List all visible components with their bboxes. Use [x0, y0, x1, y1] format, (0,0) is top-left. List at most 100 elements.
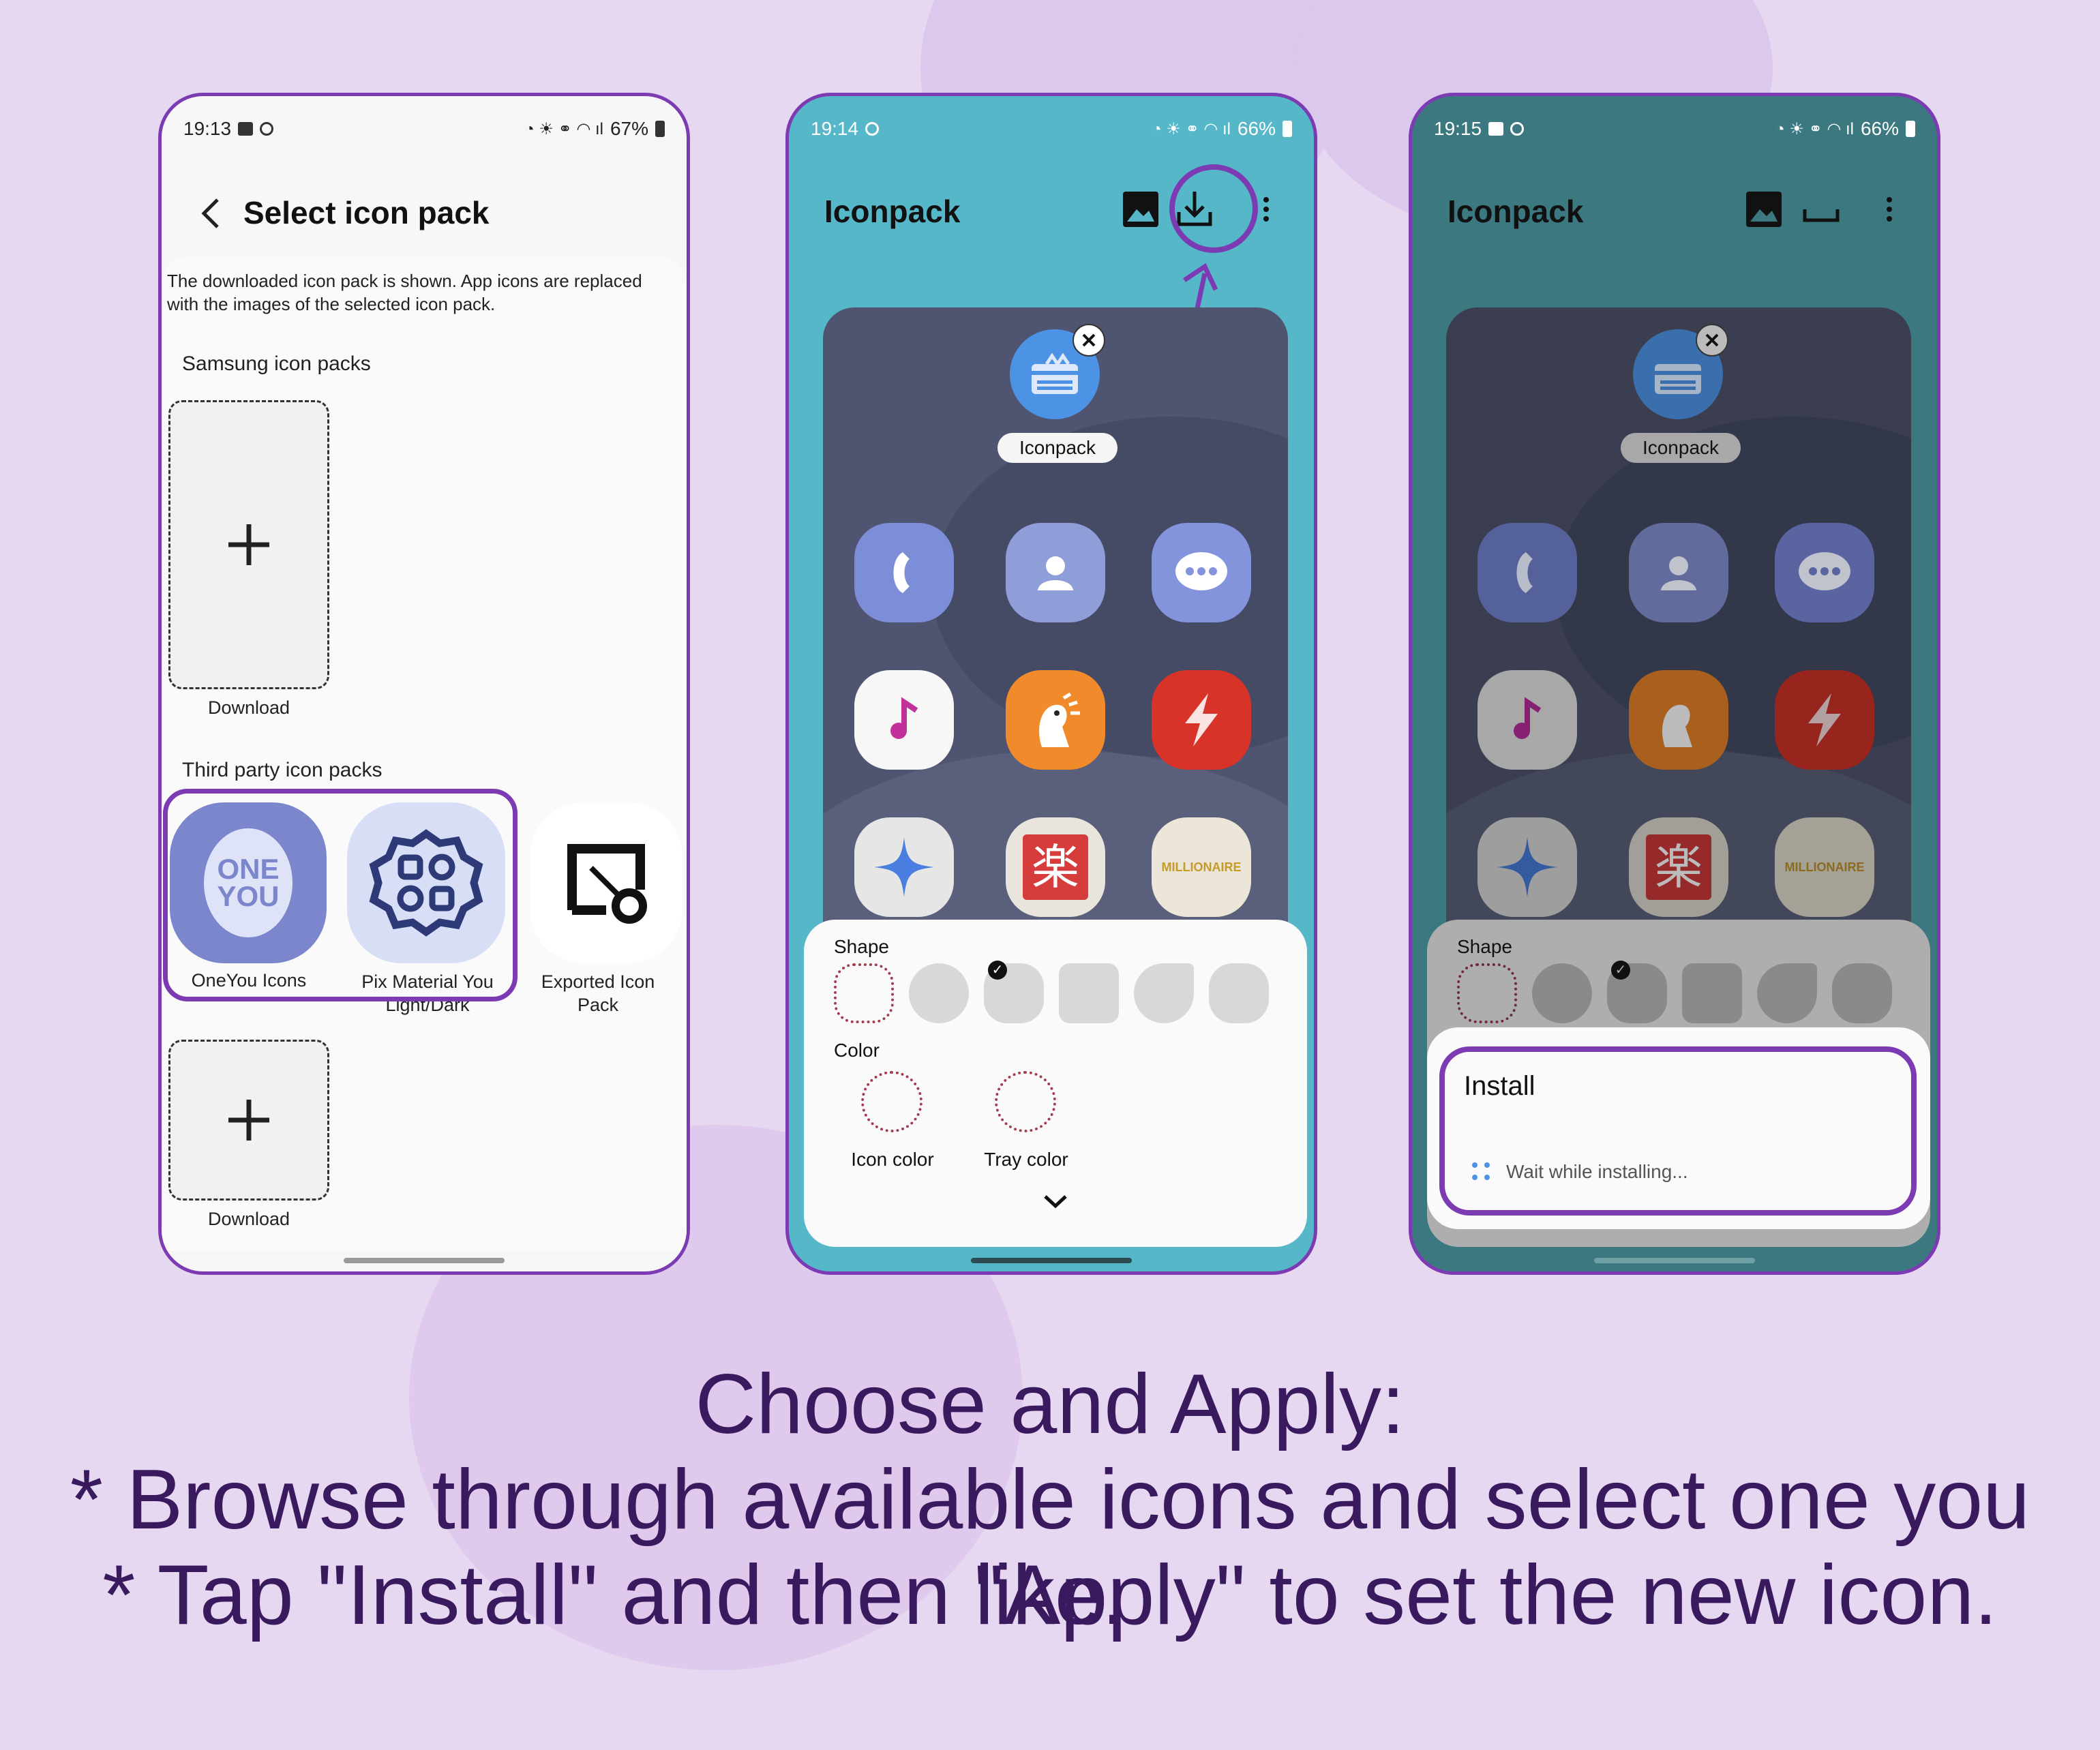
messages-app-icon[interactable] [1152, 523, 1251, 622]
status-bar: 19:13 ◔ ☀ ⚭ ◠ ıl 67% [183, 114, 665, 144]
gallery-icon [1488, 122, 1504, 136]
pack-exported[interactable] [530, 802, 682, 963]
music-app-icon[interactable] [1478, 670, 1577, 770]
shape-option-clover[interactable] [1209, 963, 1269, 1023]
expand-button[interactable] [1038, 1188, 1072, 1216]
wifi-icon: ◔ ☀ ⚭ ◠ ıl [524, 119, 603, 138]
shape-option-rounded-square[interactable] [1059, 963, 1119, 1023]
phone-app-icon[interactable] [1478, 523, 1577, 622]
more-options-button[interactable] [1882, 192, 1896, 227]
raku-app-icon[interactable]: 楽 [1629, 817, 1728, 917]
lightning-icon [1808, 693, 1841, 746]
chat-bubble-icon [1175, 552, 1227, 590]
download-tray-icon [1803, 209, 1840, 222]
gallery-button[interactable] [1123, 192, 1158, 227]
icon-color-label: Icon color [851, 1149, 934, 1170]
phone-select-icon-pack: 19:13 ◔ ☀ ⚭ ◠ ıl 67% Select icon pack Th… [158, 93, 690, 1275]
rooster-app-icon[interactable] [1629, 670, 1728, 770]
shape-option-clover[interactable] [1832, 963, 1892, 1023]
install-title: Install [1464, 1071, 1535, 1101]
status-bar: 19:15 ◔ ☀ ⚭ ◠ ıl 66% [1434, 114, 1915, 144]
samsung-section-header: Samsung icon packs [182, 352, 371, 375]
shape-label: Shape [1457, 936, 1512, 957]
shape-option-rounded-square[interactable] [1682, 963, 1742, 1023]
sparkle-app-icon[interactable] [1478, 817, 1577, 917]
music-app-icon[interactable] [854, 670, 954, 770]
home-indicator [1594, 1258, 1755, 1263]
app-title: Iconpack [824, 194, 961, 229]
more-vert-icon [1263, 197, 1269, 222]
download-highlight-circle [1169, 164, 1258, 253]
bolt-app-icon[interactable] [1775, 670, 1874, 770]
back-button[interactable] [197, 193, 224, 234]
contacts-app-icon[interactable] [1629, 523, 1728, 622]
caption-line-1: Choose and Apply: [695, 1357, 1405, 1451]
gift-box-icon [1655, 364, 1701, 394]
battery-icon [1282, 121, 1292, 137]
exported-pack-icon [567, 844, 647, 924]
icon-color-swatch[interactable] [861, 1071, 922, 1132]
shape-option-none[interactable] [834, 963, 894, 1023]
download-label-2: Download [207, 1209, 290, 1229]
millionaire-logo-text: MILLIONAIRE [1161, 860, 1242, 874]
page-title: Select icon pack [243, 195, 490, 230]
millionaire-app-icon[interactable]: MILLIONAIRE [1775, 817, 1874, 917]
gallery-button[interactable] [1746, 192, 1782, 227]
wifi-icon: ◔ ☀ ⚭ ◠ ıl [1152, 119, 1231, 138]
millionaire-app-icon[interactable]: MILLIONAIRE [1152, 817, 1251, 917]
plus-icon [228, 524, 269, 565]
back-arrow-icon [201, 198, 219, 228]
tray-color-swatch[interactable] [995, 1071, 1056, 1132]
app-title: Iconpack [1448, 194, 1584, 229]
selection-highlight [163, 789, 518, 1001]
download-tile-2[interactable] [168, 1040, 329, 1201]
preview-app-label: Iconpack [1621, 433, 1741, 463]
image-icon [1750, 209, 1777, 222]
lightning-icon [1185, 693, 1218, 746]
install-dialog: Install Wait while installing... [1427, 1027, 1930, 1229]
dnd-icon [260, 122, 274, 136]
shape-option-circle[interactable] [1532, 963, 1592, 1023]
sparkle-app-icon[interactable] [854, 817, 954, 917]
remove-icon-button[interactable] [1696, 324, 1728, 357]
remove-icon-button[interactable] [1072, 324, 1105, 357]
pack-exported-label: Exported Icon Pack [541, 971, 655, 1015]
chevron-down-icon [1044, 1195, 1067, 1209]
raku-app-icon[interactable]: 楽 [1006, 817, 1105, 917]
shape-option-circle[interactable] [909, 963, 969, 1023]
wifi-icon: ◔ ☀ ⚭ ◠ ıl [1775, 119, 1854, 138]
bolt-app-icon[interactable] [1152, 670, 1251, 770]
phone-handset-icon [893, 552, 910, 593]
status-time: 19:13 [183, 118, 232, 139]
messages-app-icon[interactable] [1775, 523, 1874, 622]
customize-sheet: Shape ✓ Color Icon color Tray color [804, 920, 1307, 1247]
description-text: The downloaded icon pack is shown. App i… [167, 271, 642, 314]
home-indicator [344, 1258, 505, 1263]
dnd-icon [1510, 122, 1525, 136]
millionaire-logo-text: MILLIONAIRE [1784, 860, 1865, 874]
shape-option-leaf[interactable] [1757, 963, 1817, 1023]
download-button[interactable] [1801, 198, 1842, 226]
close-icon [1082, 333, 1096, 347]
contacts-app-icon[interactable] [1006, 523, 1105, 622]
raku-glyph-icon: 楽 [1646, 834, 1711, 900]
rooster-icon [1662, 704, 1692, 747]
download-tile[interactable] [168, 400, 329, 689]
gift-box-icon [1032, 352, 1078, 394]
rooster-app-icon[interactable] [1006, 670, 1105, 770]
rooster-icon [1039, 692, 1080, 747]
phone-app-icon[interactable] [854, 523, 954, 622]
phone-iconpack-preview: 19:14 ◔ ☀ ⚭ ◠ ıl 66% Iconpack Iconpack 楽… [785, 93, 1317, 1275]
battery-icon [1906, 121, 1915, 137]
more-options-button[interactable] [1259, 192, 1273, 227]
dnd-icon [865, 122, 880, 136]
shape-option-none[interactable] [1457, 963, 1517, 1023]
status-time: 19:15 [1434, 118, 1482, 139]
shape-option-leaf[interactable] [1134, 963, 1194, 1023]
status-time: 19:14 [811, 118, 859, 139]
loading-spinner-icon [1469, 1160, 1492, 1183]
sparkle-icon [1497, 837, 1557, 897]
person-icon [1661, 556, 1696, 590]
raku-glyph-icon: 楽 [1023, 834, 1088, 900]
phone-handset-icon [1516, 552, 1533, 593]
